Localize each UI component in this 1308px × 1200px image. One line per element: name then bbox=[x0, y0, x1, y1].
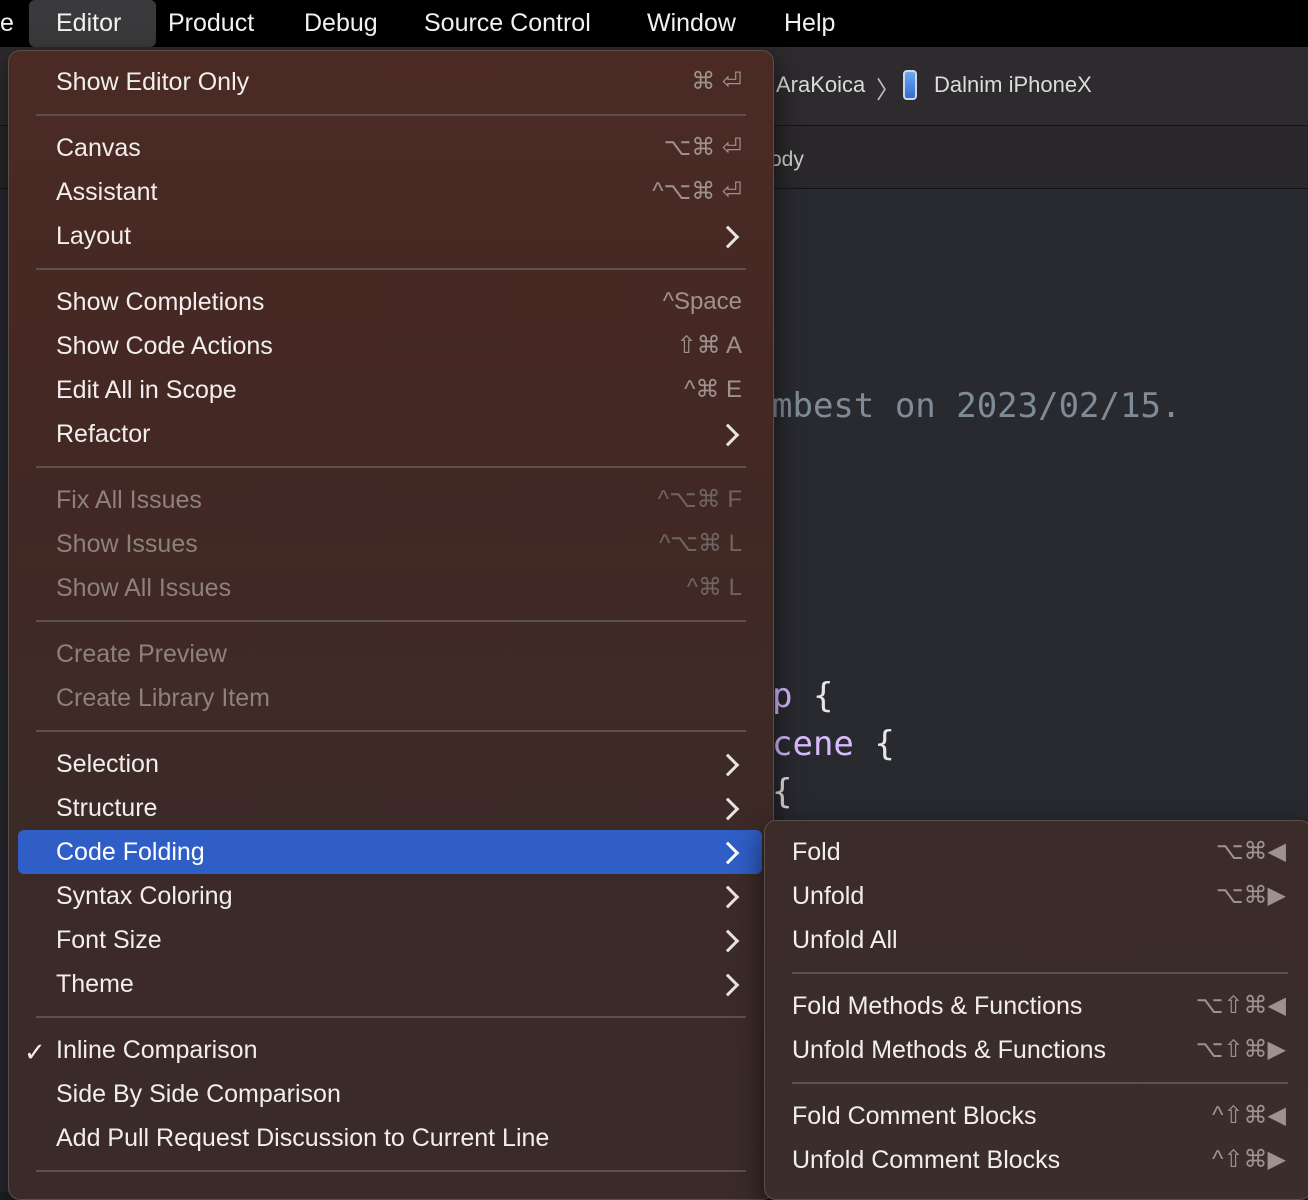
shortcut-canvas: ⌥⌘ ⏎ bbox=[663, 134, 742, 161]
menu-item-refactor[interactable]: Refactor bbox=[56, 412, 150, 456]
menubar-item-source-control[interactable]: Source Control bbox=[411, 0, 604, 47]
menubar-item-editor[interactable]: Editor bbox=[29, 0, 156, 47]
jump-bar-item[interactable]: ody bbox=[770, 148, 804, 172]
shortcut-fold-comment-blocks: ^⇧⌘◀ bbox=[1212, 1102, 1286, 1129]
menu-item-unfold[interactable]: Unfold bbox=[792, 874, 864, 918]
menu-item-theme[interactable]: Theme bbox=[56, 962, 134, 1006]
menubar-item-window[interactable]: Window bbox=[634, 0, 749, 47]
menu-item-inline-comparison[interactable]: Inline Comparison bbox=[56, 1028, 258, 1072]
code-comment-line: mbest on 2023/02/15. bbox=[772, 386, 1182, 426]
menubar-item-debug[interactable]: Debug bbox=[291, 0, 391, 47]
code-line: cene { bbox=[772, 724, 895, 764]
shortcut-show-issues: ^⌥⌘ L bbox=[659, 530, 742, 557]
menu-item-assistant[interactable]: Assistant bbox=[56, 170, 157, 214]
menu-item-selection[interactable]: Selection bbox=[56, 742, 159, 786]
menu-separator bbox=[36, 114, 746, 116]
iphone-icon bbox=[903, 70, 917, 100]
code-keyword: p bbox=[772, 676, 793, 716]
menu-item-show-all-issues: Show All Issues bbox=[56, 574, 232, 602]
menu-item-font-size[interactable]: Font Size bbox=[56, 918, 162, 962]
code-brace: { bbox=[853, 724, 895, 764]
menu-separator bbox=[792, 1082, 1288, 1084]
menu-separator bbox=[36, 1016, 746, 1018]
scheme-selector[interactable]: AraKoica bbox=[776, 72, 865, 98]
menu-item-show-issues: Show Issues bbox=[56, 530, 198, 558]
shortcut-unfold-methods-functions: ⌥⇧⌘▶ bbox=[1195, 1036, 1286, 1063]
device-selector[interactable]: Dalnim iPhoneX bbox=[934, 72, 1092, 98]
menu-item-show-completions[interactable]: Show Completions bbox=[56, 280, 264, 324]
shortcut-unfold-comment-blocks: ^⇧⌘▶ bbox=[1212, 1146, 1286, 1173]
shortcut-fix-all-issues: ^⌥⌘ F bbox=[657, 486, 742, 513]
shortcut-show-editor-only: ⌘ ⏎ bbox=[691, 68, 742, 95]
shortcut-show-completions: ^Space bbox=[662, 288, 742, 315]
menu-item-show-code-actions[interactable]: Show Code Actions bbox=[56, 324, 273, 368]
menu-item-fix-all-issues: Fix All Issues bbox=[56, 486, 202, 514]
shortcut-fold: ⌥⌘◀ bbox=[1215, 838, 1286, 865]
menu-separator bbox=[792, 972, 1288, 974]
breadcrumb-separator-icon: 〉 bbox=[876, 77, 900, 104]
menu-item-fold-comment-blocks[interactable]: Fold Comment Blocks bbox=[792, 1094, 1037, 1138]
menu-separator bbox=[36, 730, 746, 732]
shortcut-show-code-actions: ⇧⌘ A bbox=[676, 332, 742, 359]
code-brace: { bbox=[792, 676, 834, 716]
menu-item-fold[interactable]: Fold bbox=[792, 830, 841, 874]
menu-item-layout[interactable]: Layout bbox=[56, 214, 131, 258]
shortcut-unfold: ⌥⌘▶ bbox=[1215, 882, 1286, 909]
menu-separator bbox=[36, 466, 746, 468]
menu-item-canvas[interactable]: Canvas bbox=[56, 126, 141, 170]
menu-item-add-pull-request-discussion[interactable]: Add Pull Request Discussion to Current L… bbox=[56, 1116, 549, 1160]
menu-item-edit-all-in-scope[interactable]: Edit All in Scope bbox=[56, 368, 237, 412]
menubar-item-product[interactable]: Product bbox=[155, 0, 267, 47]
menu-item-show-editor-only[interactable]: Show Editor Only bbox=[56, 60, 249, 104]
menubar-item-file[interactable]: e bbox=[0, 0, 27, 47]
code-line: p { bbox=[772, 676, 833, 716]
menu-item-create-library-item: Create Library Item bbox=[56, 684, 270, 712]
menu-item-structure[interactable]: Structure bbox=[56, 786, 157, 830]
menu-item-unfold-methods-functions[interactable]: Unfold Methods & Functions bbox=[792, 1028, 1106, 1072]
shortcut-fold-methods-functions: ⌥⇧⌘◀ bbox=[1195, 992, 1286, 1019]
menu-item-unfold-all[interactable]: Unfold All bbox=[792, 918, 898, 962]
menu-item-unfold-comment-blocks[interactable]: Unfold Comment Blocks bbox=[792, 1138, 1060, 1182]
menubar-item-help[interactable]: Help bbox=[771, 0, 848, 47]
code-line: { bbox=[772, 772, 793, 812]
menu-item-syntax-coloring[interactable]: Syntax Coloring bbox=[56, 874, 232, 918]
menu-item-code-folding[interactable]: Code Folding bbox=[56, 830, 205, 874]
menu-bar: e Editor Product Debug Source Control Wi… bbox=[0, 0, 1308, 47]
menu-item-fold-methods-functions[interactable]: Fold Methods & Functions bbox=[792, 984, 1082, 1028]
shortcut-edit-all-in-scope: ^⌘ E bbox=[684, 376, 742, 403]
menu-separator bbox=[36, 620, 746, 622]
menu-separator bbox=[36, 1170, 746, 1172]
code-keyword: cene bbox=[772, 724, 854, 764]
checkmark-icon: ✓ bbox=[24, 1037, 46, 1067]
menu-separator bbox=[36, 268, 746, 270]
shortcut-assistant: ^⌥⌘ ⏎ bbox=[652, 178, 742, 205]
shortcut-show-all-issues: ^⌘ L bbox=[686, 574, 742, 601]
menu-item-create-preview: Create Preview bbox=[56, 640, 227, 668]
menu-item-side-by-side-comparison[interactable]: Side By Side Comparison bbox=[56, 1072, 341, 1116]
